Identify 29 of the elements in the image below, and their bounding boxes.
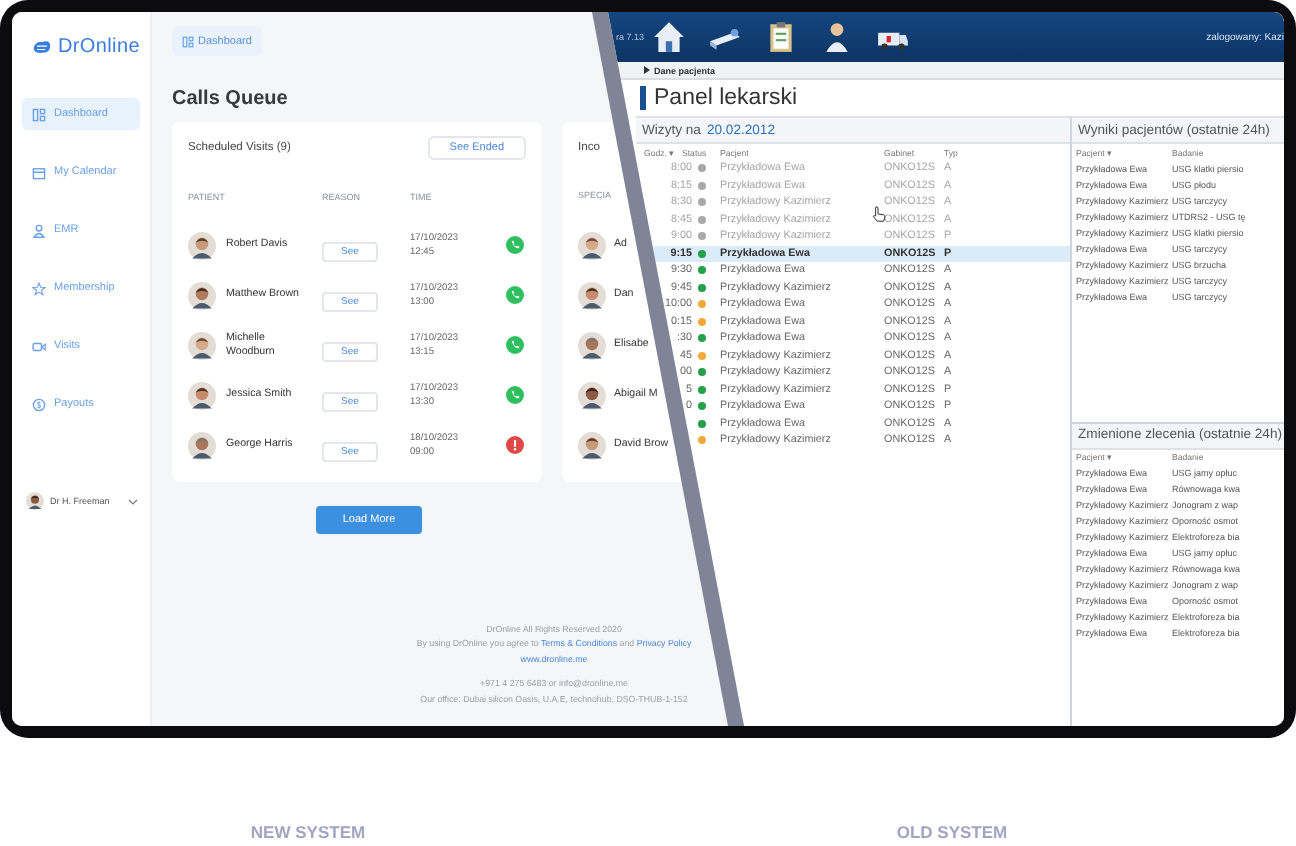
hand-cursor-icon [872, 206, 886, 222]
caption: OLD SYSTEM [894, 822, 1010, 842]
grid-icon [32, 107, 46, 121]
avatar [188, 281, 216, 309]
calendar-icon [32, 165, 46, 179]
avatar [578, 381, 606, 409]
grid-icon [182, 35, 194, 47]
star-icon [32, 281, 46, 295]
alert-icon[interactable] [506, 435, 524, 453]
page-title: Calls Queue [172, 88, 288, 110]
avatar [188, 431, 216, 459]
video-camera-icon [32, 339, 46, 353]
avatar [188, 381, 216, 409]
avatar [26, 492, 44, 510]
avatar [188, 331, 216, 359]
brand-name: DrOnline [57, 35, 140, 57]
avatar [188, 231, 216, 259]
chevron-down-icon[interactable] [127, 497, 138, 505]
avatar [578, 281, 606, 309]
panel-title: Panel lekarski [654, 86, 798, 110]
coin-icon [32, 397, 46, 411]
avatar [578, 331, 606, 359]
expand-arrow-icon[interactable] [644, 66, 650, 74]
house-icon[interactable] [652, 20, 687, 54]
avatar [578, 431, 606, 459]
avatar [578, 231, 606, 259]
logo-icon [32, 37, 52, 55]
caption: NEW SYSTEM [248, 822, 368, 842]
person-icon [32, 223, 46, 237]
